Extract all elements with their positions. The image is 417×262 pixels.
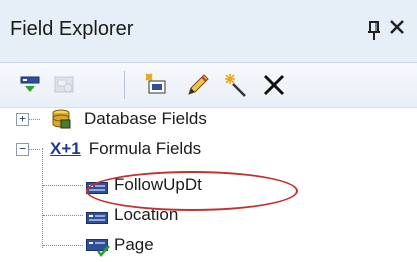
- tree-item-label: Database Fields: [84, 109, 207, 128]
- tree-item-formula-fields[interactable]: X+1 Formula Fields: [50, 134, 201, 164]
- tree-item-page[interactable]: Page: [86, 230, 154, 260]
- tree-connector: [28, 119, 40, 120]
- formula-icon: X+1: [50, 139, 81, 158]
- field-check-icon: [86, 239, 110, 257]
- close-icon[interactable]: [389, 18, 405, 39]
- new-field-icon[interactable]: [142, 71, 170, 99]
- highlight-annotation-oval: [86, 171, 298, 211]
- tree-item-label: Formula Fields: [88, 139, 202, 158]
- insert-field-icon[interactable]: [16, 71, 44, 99]
- panel-title: Field Explorer: [10, 18, 134, 40]
- toolbar: [0, 63, 417, 108]
- browse-field-icon[interactable]: [50, 71, 78, 99]
- tree-item-label: Page: [114, 235, 154, 254]
- tree-connector: [43, 245, 83, 246]
- tree-connector: [43, 185, 83, 186]
- toolbar-separator: [124, 71, 125, 99]
- field-explorer-panel: Field Explorer + Database Fields − X+1 F…: [0, 0, 417, 259]
- tree-item-database-fields[interactable]: Database Fields: [50, 104, 207, 134]
- tree-connector: [28, 149, 40, 150]
- tree-connector: [42, 148, 43, 248]
- panel-header: Field Explorer: [0, 0, 417, 63]
- database-icon: [50, 108, 74, 130]
- pin-icon[interactable]: [367, 20, 381, 42]
- wand-icon[interactable]: [222, 71, 250, 99]
- expand-toggle[interactable]: +: [16, 113, 29, 126]
- edit-pencil-icon[interactable]: [184, 71, 212, 99]
- delete-icon[interactable]: [260, 71, 288, 99]
- collapse-toggle[interactable]: −: [16, 143, 29, 156]
- tree-connector: [43, 215, 83, 216]
- field-icon: [86, 209, 108, 224]
